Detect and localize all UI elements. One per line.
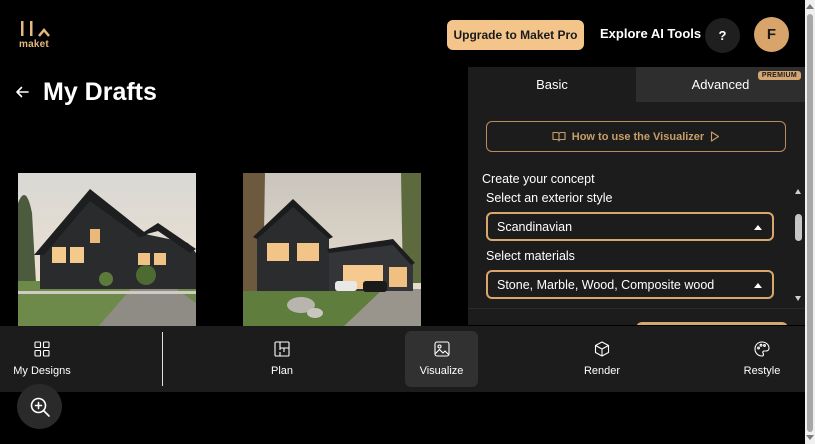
scroll-up-icon[interactable] [806, 4, 814, 9]
maket-logo[interactable]: maket [17, 20, 53, 50]
page-title: My Drafts [43, 78, 157, 106]
house-photo-icon [18, 173, 196, 327]
visualizer-panel: Basic Advanced PREMIUM How to use the Vi… [468, 67, 805, 325]
back-arrow-icon[interactable] [14, 84, 30, 100]
scroll-up-icon[interactable] [795, 189, 801, 194]
grid-icon [34, 341, 50, 357]
exterior-style-select[interactable]: Scandinavian [486, 212, 774, 241]
materials-label: Select materials [486, 249, 575, 263]
scroll-down-icon[interactable] [806, 435, 814, 440]
explore-ai-tools-link[interactable]: Explore AI Tools [600, 26, 701, 41]
tab-basic[interactable]: Basic [468, 67, 636, 102]
avatar[interactable]: F [754, 17, 789, 52]
nav-restyle[interactable]: Restyle [722, 326, 802, 392]
image-icon [433, 341, 450, 357]
logo-text: maket [19, 39, 49, 50]
premium-badge: PREMIUM [757, 71, 801, 80]
nav-my-designs[interactable]: My Designs [0, 326, 84, 392]
nav-visualize-label: Visualize [419, 365, 464, 377]
play-icon [711, 131, 720, 142]
how-to-use-visualizer-button[interactable]: How to use the Visualizer [486, 121, 786, 152]
generate-button[interactable] [636, 322, 788, 325]
nav-plan-label: Plan [270, 365, 294, 377]
caret-up-icon [754, 225, 762, 230]
tab-basic-label: Basic [536, 77, 568, 92]
floorplan-icon [274, 341, 290, 357]
how-to-use-label: How to use the Visualizer [571, 130, 705, 143]
nav-divider [162, 332, 163, 386]
nav-render[interactable]: Render [562, 326, 642, 392]
page-scrollbar[interactable] [805, 0, 815, 444]
help-button[interactable]: ? [705, 18, 740, 53]
exterior-style-label: Select an exterior style [486, 191, 613, 205]
bottom-navigation: My Designs Plan Visualize Render Restyle [0, 326, 805, 392]
nav-plan[interactable]: Plan [242, 326, 322, 392]
nav-render-label: Render [583, 365, 621, 377]
caret-up-icon [754, 283, 762, 288]
cube-icon [594, 341, 610, 357]
nav-visualize[interactable]: Visualize [405, 331, 478, 387]
zoom-in-icon [30, 397, 50, 417]
draft-thumbnail-1[interactable] [18, 173, 196, 327]
panel-scroll-thumb[interactable] [795, 214, 802, 241]
panel-divider [468, 308, 805, 309]
zoom-button[interactable] [17, 384, 62, 429]
tab-advanced[interactable]: Advanced PREMIUM [636, 67, 805, 102]
upgrade-button[interactable]: Upgrade to Maket Pro [447, 20, 584, 50]
nav-restyle-label: Restyle [743, 365, 781, 377]
draft-thumbnail-2[interactable] [243, 173, 421, 327]
maket-logo-icon [21, 21, 50, 37]
palette-icon [754, 341, 770, 357]
scroll-down-icon[interactable] [795, 296, 801, 301]
house-photo-icon [243, 173, 421, 327]
create-concept-heading: Create your concept [482, 172, 595, 186]
tab-advanced-label: Advanced [691, 77, 750, 92]
materials-value: Stone, Marble, Wood, Composite wood [497, 277, 715, 292]
exterior-style-value: Scandinavian [497, 219, 573, 234]
page-scroll-thumb[interactable] [807, 14, 813, 432]
materials-select[interactable]: Stone, Marble, Wood, Composite wood [486, 270, 774, 299]
nav-my-designs-label: My Designs [13, 365, 71, 377]
book-icon [552, 131, 566, 142]
panel-scrollbar[interactable] [792, 188, 805, 302]
